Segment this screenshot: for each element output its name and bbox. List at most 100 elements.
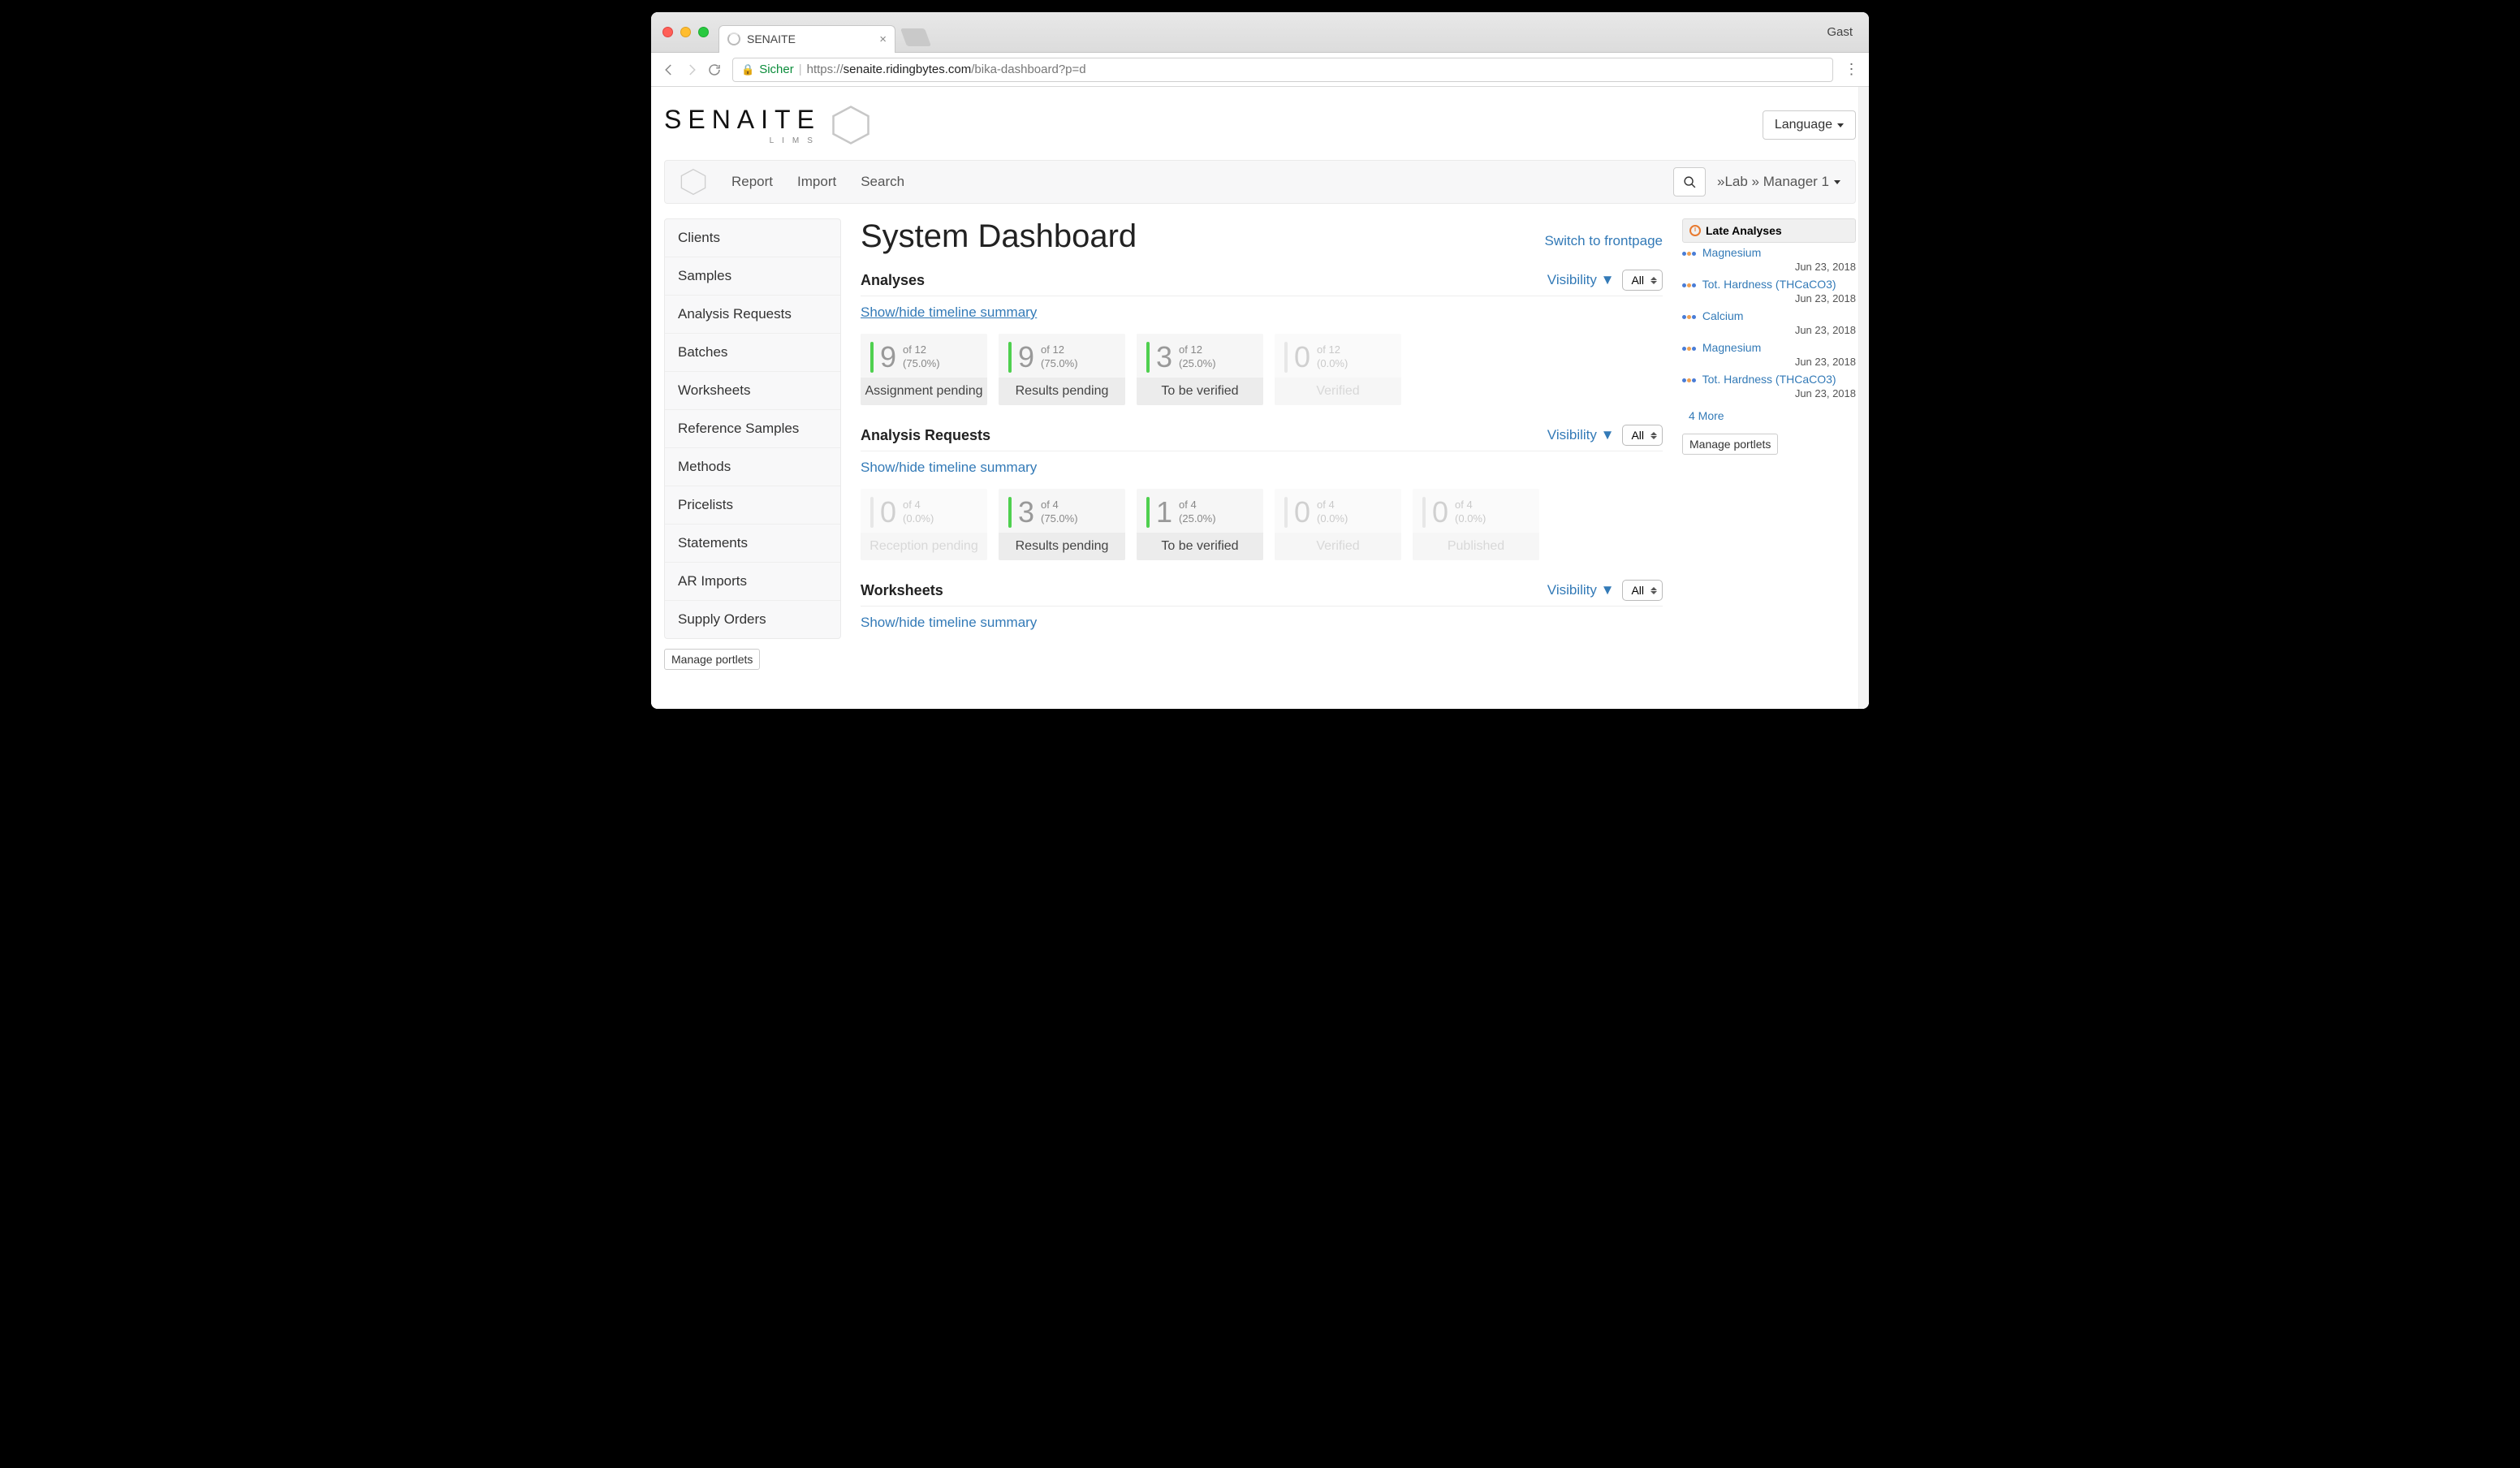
app-logo[interactable]: SENAITE LIMS (664, 105, 871, 145)
url-scheme: https:// (807, 63, 844, 76)
late-analysis-link[interactable]: Tot. Hardness (THCaCO3) (1702, 373, 1836, 386)
more-link[interactable]: 4 More (1682, 409, 1856, 422)
late-analysis-link[interactable]: Calcium (1702, 309, 1744, 322)
visibility-toggle[interactable]: Visibility ▼ (1547, 272, 1615, 288)
sidebar-item-analysis-requests[interactable]: Analysis Requests (665, 296, 840, 334)
sidebar-item-batches[interactable]: Batches (665, 334, 840, 372)
tab-close-button[interactable]: × (879, 32, 887, 46)
late-analysis-item: Tot. Hardness (THCaCO3) Jun 23, 2018 (1682, 369, 1856, 401)
card-meta: of 4(25.0%) (1179, 499, 1216, 526)
search-icon (1683, 175, 1697, 189)
maximize-window-button[interactable] (698, 27, 709, 37)
card-label: Verified (1275, 533, 1401, 560)
analysis-icon (1682, 378, 1696, 382)
show-hide-timeline-link[interactable]: Show/hide timeline summary (861, 304, 1037, 321)
late-analysis-link[interactable]: Magnesium (1702, 341, 1761, 354)
dashboard-card[interactable]: 0 of 4(0.0%) Reception pending (861, 489, 987, 560)
manage-portlets-button-left[interactable]: Manage portlets (664, 649, 760, 670)
nav-item-search[interactable]: Search (861, 174, 904, 190)
card-value: 3 (1018, 495, 1034, 529)
lock-icon: 🔒 (741, 63, 754, 76)
sidebar-item-ar-imports[interactable]: AR Imports (665, 563, 840, 601)
card-value: 0 (1432, 495, 1448, 529)
visibility-toggle[interactable]: Visibility ▼ (1547, 582, 1615, 598)
address-bar[interactable]: 🔒 Sicher | https://senaite.ridingbytes.c… (732, 58, 1833, 82)
dashboard-card[interactable]: 3 of 4(75.0%) Results pending (999, 489, 1125, 560)
card-value: 1 (1156, 495, 1172, 529)
visibility-toggle[interactable]: Visibility ▼ (1547, 427, 1615, 443)
sidebar-item-statements[interactable]: Statements (665, 525, 840, 563)
minimize-window-button[interactable] (680, 27, 691, 37)
late-analysis-link[interactable]: Tot. Hardness (THCaCO3) (1702, 278, 1836, 291)
card-bar-icon (1284, 497, 1288, 528)
late-analysis-link[interactable]: Magnesium (1702, 246, 1761, 259)
card-bar-icon (1008, 342, 1012, 373)
url-path: /bika-dashboard?p=d (971, 63, 1085, 76)
late-analysis-item: Tot. Hardness (THCaCO3) Jun 23, 2018 (1682, 274, 1856, 306)
sidebar-item-supply-orders[interactable]: Supply Orders (665, 601, 840, 638)
language-label: Language (1775, 118, 1832, 132)
browser-tab[interactable]: SENAITE × (718, 25, 895, 53)
select-chevron-icon (1651, 432, 1657, 439)
late-analyses-title: Late Analyses (1706, 224, 1782, 237)
late-analysis-date: Jun 23, 2018 (1682, 387, 1856, 399)
logo-subtext: LIMS (664, 136, 821, 145)
card-label: To be verified (1137, 533, 1263, 560)
logo-text: SENAITE (664, 105, 821, 135)
card-meta: of 4(0.0%) (1455, 499, 1486, 526)
card-label: Reception pending (861, 533, 987, 560)
manage-portlets-button-right[interactable]: Manage portlets (1682, 434, 1778, 455)
late-analysis-date: Jun 23, 2018 (1682, 261, 1856, 273)
dashboard-card[interactable]: 0 of 4(0.0%) Verified (1275, 489, 1401, 560)
reload-button[interactable] (703, 58, 726, 81)
late-analysis-date: Jun 23, 2018 (1682, 324, 1856, 336)
new-tab-button[interactable] (900, 28, 931, 46)
dashboard-card[interactable]: 1 of 4(25.0%) To be verified (1137, 489, 1263, 560)
sidebar-item-pricelists[interactable]: Pricelists (665, 486, 840, 525)
dashboard-card[interactable]: 0 of 4(0.0%) Published (1413, 489, 1539, 560)
sidebar-item-clients[interactable]: Clients (665, 219, 840, 257)
nav-item-import[interactable]: Import (797, 174, 836, 190)
hexagon-icon[interactable] (680, 168, 707, 196)
card-bar-icon (1422, 497, 1426, 528)
dashboard-card[interactable]: 9 of 12(75.0%) Results pending (999, 334, 1125, 405)
browser-menu-button[interactable]: ⋮ (1840, 61, 1862, 78)
filter-select[interactable]: All (1622, 580, 1663, 601)
card-label: Results pending (999, 533, 1125, 560)
switch-to-frontpage-link[interactable]: Switch to frontpage (1544, 233, 1663, 249)
show-hide-timeline-link[interactable]: Show/hide timeline summary (861, 460, 1037, 476)
section-title: Analyses (861, 272, 925, 289)
card-bar-icon (1146, 342, 1150, 373)
back-button[interactable] (658, 58, 680, 81)
dashboard-card[interactable]: 3 of 12(25.0%) To be verified (1137, 334, 1263, 405)
caret-down-icon (1837, 123, 1844, 127)
dashboard-card[interactable]: 9 of 12(75.0%) Assignment pending (861, 334, 987, 405)
sidebar-item-worksheets[interactable]: Worksheets (665, 372, 840, 410)
card-meta: of 4(0.0%) (903, 499, 934, 526)
analysis-icon (1682, 252, 1696, 256)
card-value: 0 (1294, 340, 1310, 374)
filter-select[interactable]: All (1622, 270, 1663, 291)
select-value: All (1631, 274, 1644, 287)
window-controls (662, 27, 709, 37)
late-analysis-item: Magnesium Jun 23, 2018 (1682, 338, 1856, 369)
user-menu[interactable]: »Lab » Manager 1 (1717, 174, 1840, 190)
section-title: Analysis Requests (861, 427, 990, 444)
sidebar-item-reference-samples[interactable]: Reference Samples (665, 410, 840, 448)
page-body: SENAITE LIMS Language Report Import Sear… (651, 87, 1869, 709)
search-button[interactable] (1673, 167, 1706, 196)
forward-button[interactable] (680, 58, 703, 81)
close-window-button[interactable] (662, 27, 673, 37)
dashboard-card[interactable]: 0 of 12(0.0%) Verified (1275, 334, 1401, 405)
nav-item-report[interactable]: Report (731, 174, 773, 190)
analysis-icon (1682, 347, 1696, 351)
card-row: 9 of 12(75.0%) Assignment pending 9 of 1… (861, 334, 1663, 405)
filter-select[interactable]: All (1622, 425, 1663, 446)
sidebar-item-samples[interactable]: Samples (665, 257, 840, 296)
card-meta: of 12(75.0%) (1041, 343, 1078, 371)
language-button[interactable]: Language (1763, 110, 1856, 140)
sidebar-item-methods[interactable]: Methods (665, 448, 840, 486)
browser-profile-label[interactable]: Gast (1827, 25, 1853, 39)
caret-down-icon (1834, 180, 1840, 184)
show-hide-timeline-link[interactable]: Show/hide timeline summary (861, 615, 1037, 631)
